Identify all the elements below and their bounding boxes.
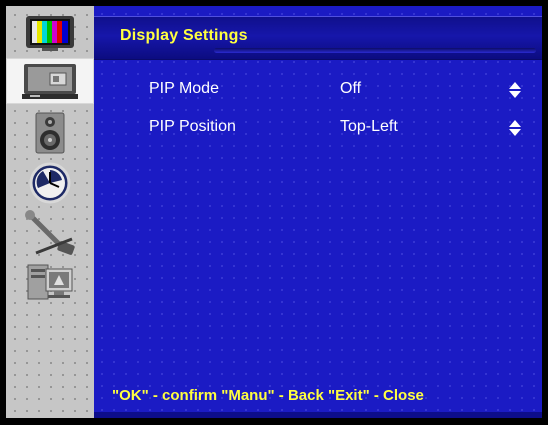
speaker-icon: [35, 112, 65, 154]
sidebar-item-system[interactable]: [6, 260, 94, 306]
clock-icon: [29, 162, 71, 204]
pip-position-value[interactable]: Top-Left: [340, 118, 398, 136]
setting-row-pip-mode[interactable]: PIP Mode Off: [94, 77, 542, 103]
up-down-arrow-icon[interactable]: [508, 119, 522, 137]
monitor-icon: [22, 64, 78, 99]
bottom-divider: [94, 412, 542, 418]
sidebar-item-audio[interactable]: [6, 110, 94, 156]
settings-panel: Display Settings PIP Mode Off PIP Positi…: [94, 6, 542, 418]
computer-icon: [27, 264, 73, 300]
pip-mode-label: PIP Mode: [149, 80, 219, 97]
sidebar-item-display[interactable]: [6, 58, 94, 104]
sidebar-item-time[interactable]: [6, 160, 94, 206]
osd-menu: Display Settings PIP Mode Off PIP Positi…: [0, 0, 548, 425]
sidebar-item-picture[interactable]: [6, 10, 94, 56]
up-down-arrow-icon[interactable]: [508, 81, 522, 99]
wrench-icon: [25, 210, 75, 255]
pip-position-label: PIP Position: [149, 118, 236, 135]
title-bar: Display Settings: [94, 16, 542, 60]
setting-row-pip-position[interactable]: PIP Position Top-Left: [94, 115, 542, 141]
page-title: Display Settings: [120, 27, 248, 44]
footer-key-hint: "OK" - confirm "Manu" - Back "Exit" - Cl…: [112, 387, 424, 404]
tv-color-bars-icon: [26, 16, 74, 51]
pip-mode-value[interactable]: Off: [340, 80, 361, 98]
sidebar-item-tools[interactable]: [6, 210, 94, 256]
category-sidebar: [6, 6, 95, 418]
